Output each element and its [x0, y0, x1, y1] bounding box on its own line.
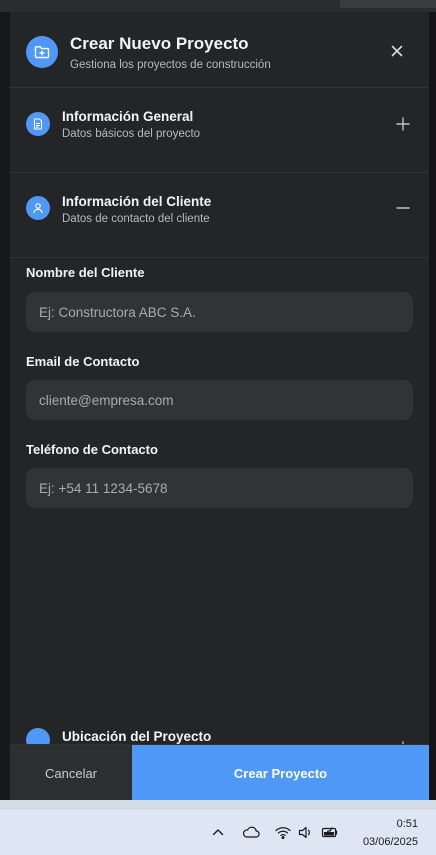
client-phone-input[interactable] — [26, 468, 413, 508]
chevron-up-icon[interactable] — [209, 823, 227, 841]
client-name-label: Nombre del Cliente — [26, 265, 145, 280]
windows-taskbar: 0:51 03/06/2025 — [0, 808, 436, 855]
cancel-button[interactable]: Cancelar — [10, 745, 132, 800]
drawer-footer: Cancelar Crear Proyecto — [10, 744, 429, 800]
document-icon — [26, 112, 50, 136]
client-name-input[interactable] — [26, 292, 413, 332]
create-project-button[interactable]: Crear Proyecto — [132, 745, 429, 800]
expand-plus-icon[interactable] — [396, 117, 410, 131]
section-title: Información del Cliente — [62, 194, 212, 209]
cloud-icon[interactable] — [242, 823, 260, 841]
background-window-edge — [0, 12, 10, 800]
section-client-info[interactable]: Información del Cliente Datos de contact… — [10, 174, 429, 258]
create-project-drawer: Crear Nuevo Proyecto Gestiona los proyec… — [10, 12, 429, 800]
section-subtitle: Datos básicos del proyecto — [62, 128, 201, 140]
clock-date[interactable]: 03/06/2025 — [346, 836, 418, 848]
clock-time[interactable]: 0:51 — [360, 818, 418, 830]
client-phone-label: Teléfono de Contacto — [26, 442, 158, 457]
close-icon[interactable] — [388, 42, 406, 60]
drawer-header: Crear Nuevo Proyecto Gestiona los proyec… — [10, 12, 429, 88]
section-general-info[interactable]: Información General Datos básicos del pr… — [10, 89, 429, 173]
collapse-minus-icon[interactable] — [396, 201, 410, 215]
speaker-icon[interactable] — [297, 823, 315, 841]
wifi-icon[interactable] — [274, 823, 292, 841]
folder-plus-icon — [26, 36, 58, 68]
background-window-right-edge — [429, 12, 436, 800]
background-toolbar — [340, 0, 436, 8]
background-window-top — [0, 0, 436, 12]
client-email-label: Email de Contacto — [26, 354, 140, 369]
section-title: Ubicación del Proyecto — [62, 729, 212, 744]
section-subtitle: Datos de contacto del cliente — [62, 213, 210, 225]
drawer-subtitle: Gestiona los proyectos de construcción — [70, 59, 271, 71]
drawer-title: Crear Nuevo Proyecto — [70, 34, 249, 53]
battery-charging-icon[interactable] — [321, 823, 339, 841]
user-icon — [26, 196, 50, 220]
taskbar-separator — [0, 800, 436, 808]
client-email-input[interactable] — [26, 380, 413, 420]
section-project-location[interactable]: Ubicación del Proyecto — [10, 716, 429, 752]
section-title: Información General — [62, 109, 194, 124]
